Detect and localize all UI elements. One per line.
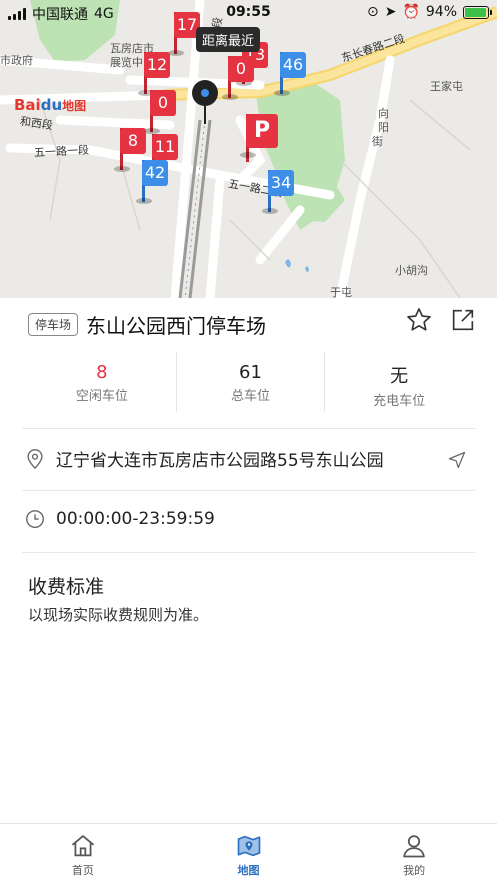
parking-marker-selected[interactable]: P xyxy=(240,114,278,162)
stat-free-spaces: 8 空闲车位 xyxy=(75,362,128,404)
navigate-arrow-icon[interactable] xyxy=(447,450,467,470)
category-tag: 停车场 xyxy=(28,313,79,336)
clock-icon xyxy=(24,508,46,530)
hours-row: 00:00:00-23:59:59 xyxy=(24,508,215,530)
map-label: 展览中 xyxy=(110,56,143,69)
fee-description: 以现场实际收费规则为准。 xyxy=(28,606,209,624)
address-row[interactable]: 辽宁省大连市瓦房店市公园路55号东山公园 xyxy=(24,446,384,471)
map-icon xyxy=(235,832,263,860)
lock-rotation-icon: ⊙ xyxy=(366,4,379,20)
divider xyxy=(22,490,475,491)
divider xyxy=(22,428,475,429)
road-label: 五一路一段 xyxy=(33,143,90,160)
parking-detail-panel: 停车场 东山公园西门停车场 8 空闲车位 61 总车位 无 充电车位 辽宁省大连… xyxy=(0,298,497,823)
current-location-pin[interactable] xyxy=(192,80,218,106)
map-label: 小胡沟 xyxy=(395,264,428,277)
map-label: 王家屯 xyxy=(430,80,463,93)
parking-marker[interactable]: 34 xyxy=(262,170,296,216)
stat-charging-spaces: 无 充电车位 xyxy=(324,352,473,412)
parking-lot-name: 东山公园西门停车场 xyxy=(86,314,267,338)
status-bar: 中国联通 4G 09:55 ⊙ ➤ ⏰ 94% xyxy=(0,0,497,26)
stat-total-spaces: 61 总车位 xyxy=(175,352,325,412)
divider xyxy=(22,552,475,553)
fee-section-title: 收费标准 xyxy=(28,576,105,598)
home-icon xyxy=(69,832,97,860)
map-label: 街 xyxy=(372,135,383,148)
parking-marker[interactable]: 46 xyxy=(274,52,308,98)
favorite-star-icon[interactable] xyxy=(405,306,433,334)
parking-marker[interactable]: 0 xyxy=(144,90,178,136)
share-icon[interactable] xyxy=(449,306,477,334)
tab-profile[interactable]: 我的 xyxy=(331,824,497,883)
address-text: 辽宁省大连市瓦房店市公园路55号东山公园 xyxy=(56,451,384,471)
battery-icon xyxy=(463,5,492,19)
map-view[interactable]: 中国联通 4G 09:55 ⊙ ➤ ⏰ 94% 市政府 瓦房店市 展览中 王家屯… xyxy=(0,0,497,298)
opening-hours: 00:00:00-23:59:59 xyxy=(56,509,215,529)
battery-percent: 94% xyxy=(425,4,457,20)
user-icon xyxy=(400,832,428,860)
alarm-icon: ⏰ xyxy=(402,4,420,20)
stats-row: 8 空闲车位 61 总车位 无 充电车位 xyxy=(28,352,473,412)
nearest-tooltip: 距离最近 xyxy=(196,27,261,52)
parking-marker[interactable]: 0 xyxy=(222,56,256,102)
map-label: 于屯 xyxy=(330,286,352,298)
map-label: 市政府 xyxy=(0,54,33,67)
parking-marker[interactable]: 42 xyxy=(136,160,170,206)
location-pin-icon xyxy=(24,448,46,470)
tab-bar: 首页 地图 我的 xyxy=(0,823,497,883)
tab-home[interactable]: 首页 xyxy=(0,824,166,883)
current-location-stem xyxy=(204,104,206,124)
baidu-map-logo: Baidu地图 xyxy=(14,96,87,114)
location-arrow-icon: ➤ xyxy=(384,4,397,20)
tab-map[interactable]: 地图 xyxy=(166,824,332,883)
